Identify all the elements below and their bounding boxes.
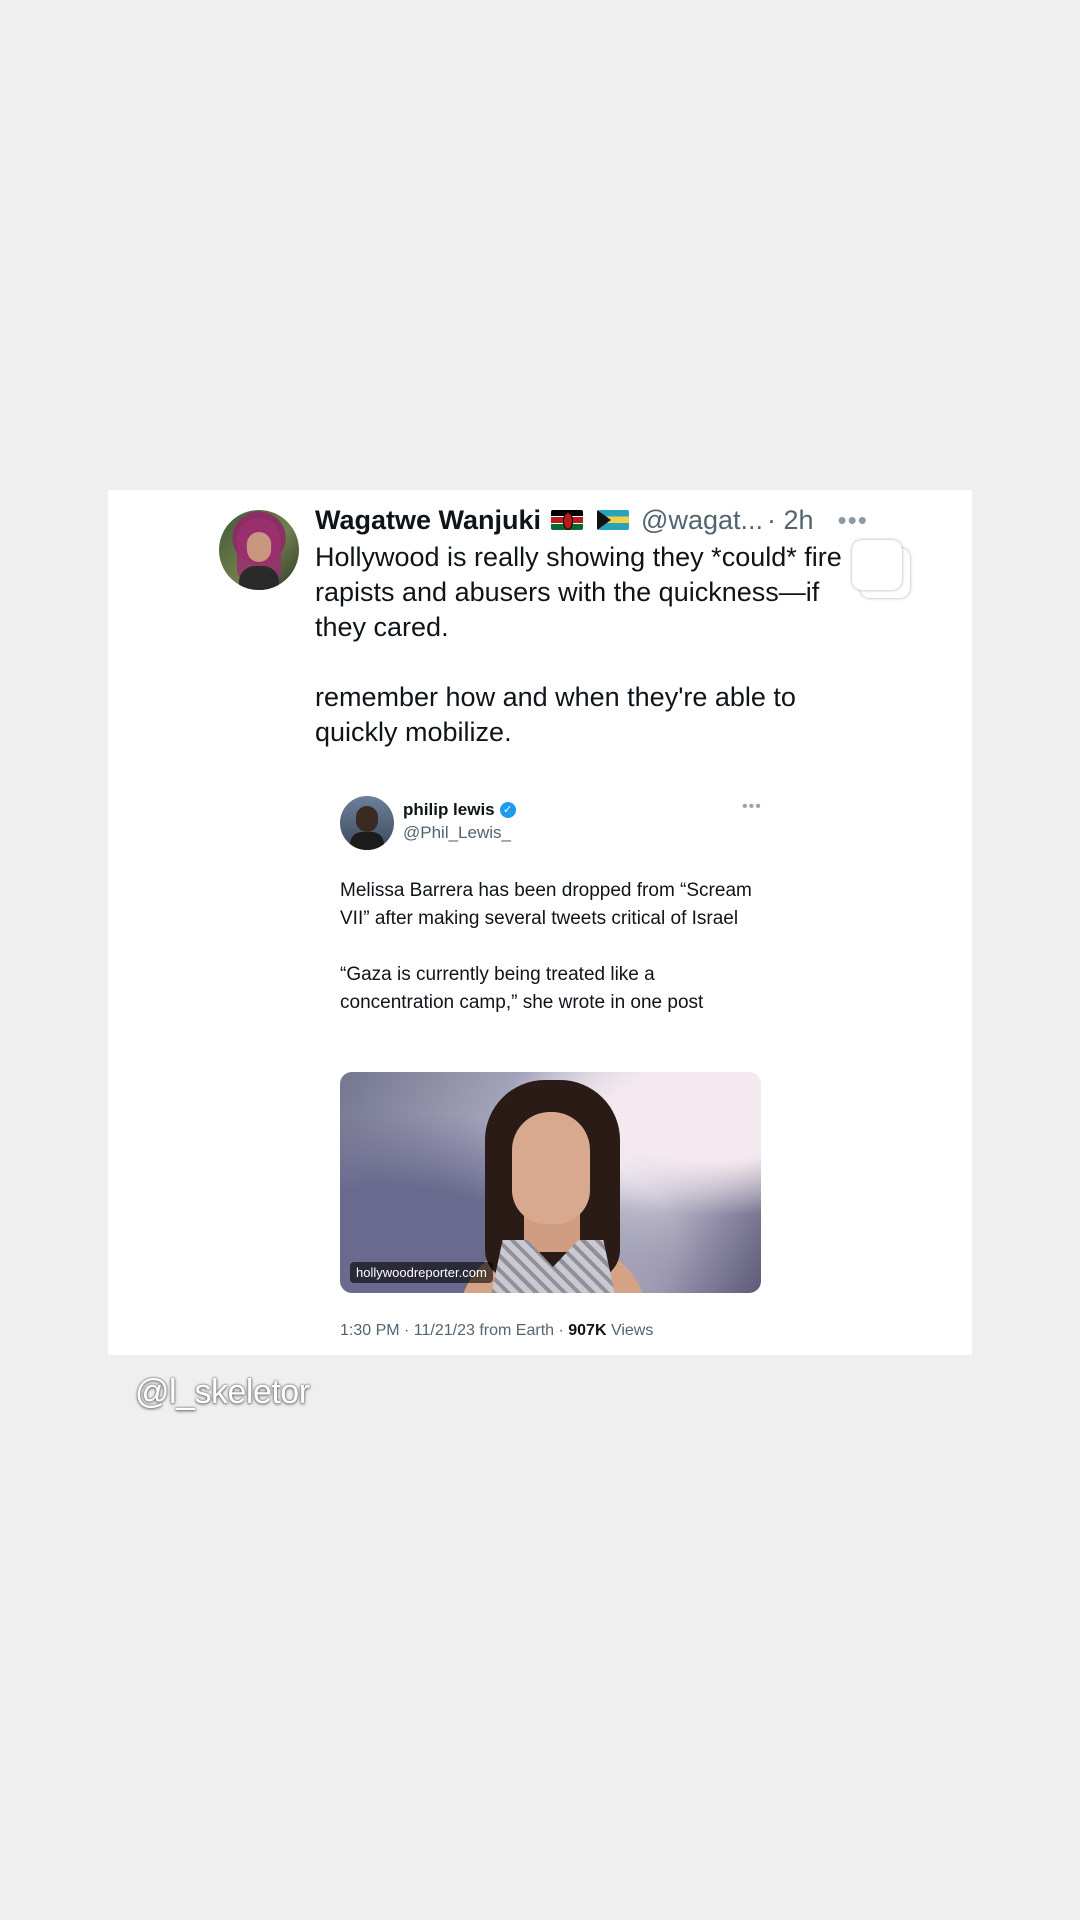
bahamas-flag-icon [597,510,630,530]
verified-badge-icon: ✓ [499,802,516,818]
quoted-author-name-row: philip lewis ✓ [403,800,516,820]
avatar-face [247,532,271,562]
tweet-body: Hollywood is really showing they *could*… [315,542,842,747]
quoted-avatar-face [356,806,378,832]
quoted-author-avatar[interactable] [340,796,394,850]
tweet-header: Wagatwe Wanjuki @wagat... · 2h ••• [315,502,868,538]
tweet-time: · 2h [767,504,814,535]
copy-icon-front [852,540,902,590]
quoted-tweet-body: Melissa Barrera has been dropped from “S… [340,880,752,1013]
views-count: 907K [568,1322,607,1339]
kenya-flag-icon [551,510,584,530]
author-name[interactable]: Wagatwe Wanjuki [315,505,541,536]
author-avatar[interactable] [219,510,299,590]
views-label: Views [606,1322,654,1339]
story-canvas: Wagatwe Wanjuki @wagat... · 2h ••• Holly… [0,0,1080,1920]
photo-face [512,1112,590,1224]
quoted-tweet-meta: 1:30 PM · 11/21/23 from Earth · 907K Vie… [340,1322,653,1340]
more-options-icon[interactable]: ••• [838,505,868,536]
quoted-avatar-body [350,832,384,850]
quoted-timestamp: 1:30 PM · 11/21/23 from Earth · [340,1322,569,1339]
quoted-author-handle[interactable]: @Phil_Lewis_ [403,823,511,843]
avatar-body [239,566,279,590]
image-source-label[interactable]: hollywoodreporter.com [350,1262,493,1283]
copy-icon[interactable] [852,540,912,600]
quoted-more-options-icon[interactable]: ••• [742,798,762,816]
tweet-card: Wagatwe Wanjuki @wagat... · 2h ••• Holly… [108,490,972,1355]
username-watermark: @l_skeletor [135,1373,310,1411]
author-handle[interactable]: @wagat... [641,505,763,536]
quoted-author-name[interactable]: philip lewis [403,800,495,820]
quoted-tweet-image[interactable]: hollywoodreporter.com [340,1072,761,1293]
